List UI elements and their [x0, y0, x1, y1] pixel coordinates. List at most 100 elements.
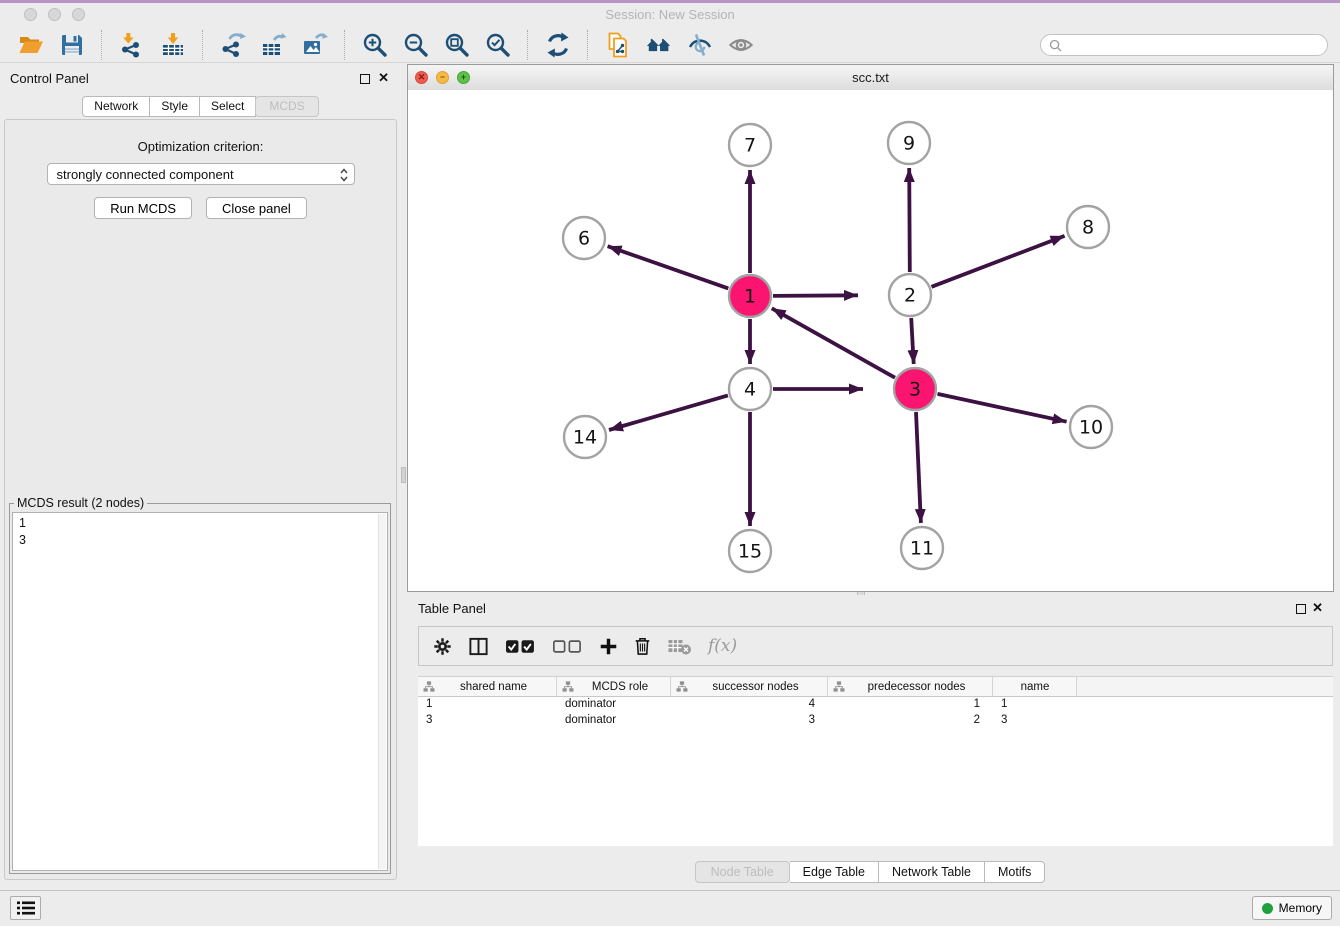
- function-builder-icon: f(x): [708, 636, 737, 656]
- table-tab-edge-table[interactable]: Edge Table: [790, 861, 879, 883]
- graph-node-7[interactable]: 7: [729, 124, 771, 166]
- application-window: Session: New Session Control Panel ✕ Net…: [0, 0, 1340, 926]
- search-input[interactable]: [1062, 38, 1327, 52]
- tab-select[interactable]: Select: [200, 96, 256, 117]
- zoom-in-button[interactable]: [356, 30, 393, 61]
- graph-node-11[interactable]: 11: [901, 527, 943, 569]
- table-tabs: Node TableEdge TableNetwork TableMotifs: [407, 861, 1334, 883]
- zoom-fit-icon: [444, 32, 470, 58]
- open-session-button[interactable]: [12, 30, 49, 61]
- import-network-button[interactable]: [113, 30, 150, 61]
- graph-node-6[interactable]: 6: [563, 217, 605, 259]
- network-view-window: ✕ − + scc.txt 7 9 6 8 1 2 4 3 14 10 15 11: [407, 64, 1334, 592]
- run-mcds-button[interactable]: Run MCDS: [94, 197, 192, 219]
- control-panel: Control Panel ✕ NetworkStyleSelectMCDS O…: [0, 63, 401, 891]
- table-panel-close-button[interactable]: ✕: [1312, 599, 1323, 617]
- tab-mcds[interactable]: MCDS: [255, 96, 318, 117]
- task-history-button[interactable]: [10, 896, 41, 920]
- column-header-label: predecessor nodes: [845, 681, 992, 693]
- graph-node-10[interactable]: 10: [1070, 406, 1112, 448]
- graph-node-3[interactable]: 3: [894, 368, 936, 410]
- export-table-button[interactable]: [255, 30, 292, 61]
- export-network-icon: [220, 32, 246, 58]
- graph-node-9[interactable]: 9: [888, 122, 930, 164]
- edge-3-1[interactable]: [772, 308, 895, 377]
- table-tab-motifs[interactable]: Motifs: [985, 861, 1045, 883]
- main-toolbar: [0, 28, 1340, 63]
- graph-node-15[interactable]: 15: [729, 530, 771, 572]
- table-tab-node-table[interactable]: Node Table: [695, 861, 790, 883]
- import-table-button[interactable]: [154, 30, 191, 61]
- close-panel-button[interactable]: Close panel: [206, 197, 307, 219]
- network-from-selection-button[interactable]: [599, 30, 636, 61]
- graph-node-8[interactable]: 8: [1067, 206, 1109, 248]
- add-column-button[interactable]: [599, 637, 618, 656]
- cell: 3: [993, 713, 1077, 729]
- tab-style[interactable]: Style: [150, 96, 200, 117]
- delete-columns-button[interactable]: [634, 636, 651, 656]
- table-row[interactable]: 1dominator411: [418, 697, 1333, 713]
- select-all-button[interactable]: [505, 638, 536, 655]
- edge-2-8[interactable]: [932, 236, 1065, 287]
- mcds-buttons-row: Run MCDS Close panel: [5, 197, 396, 219]
- export-image-button[interactable]: [296, 30, 333, 61]
- column-header-shared-name[interactable]: shared name: [418, 677, 557, 696]
- network-window-titlebar: ✕ − + scc.txt: [408, 65, 1333, 91]
- optimization-criterion-label: Optimization criterion:: [5, 139, 396, 154]
- column-header-successor-nodes[interactable]: successor nodes: [671, 677, 828, 696]
- tab-network[interactable]: Network: [82, 96, 150, 117]
- zoom-selected-button[interactable]: [479, 30, 516, 61]
- zoom-out-button[interactable]: [397, 30, 434, 61]
- memory-button[interactable]: Memory: [1252, 896, 1332, 920]
- result-scrollbar[interactable]: [378, 514, 386, 869]
- table-row[interactable]: 3dominator323: [418, 713, 1333, 729]
- edge-2-3[interactable]: [911, 318, 914, 364]
- column-header-mcds-role[interactable]: MCDS role: [557, 677, 671, 696]
- cell: dominator: [557, 697, 671, 713]
- column-header-label: successor nodes: [688, 681, 827, 693]
- node-label: 4: [744, 379, 756, 401]
- cell: 3: [671, 713, 828, 729]
- criterion-select[interactable]: strongly connected component: [47, 163, 355, 185]
- add-column-icon: [599, 637, 618, 656]
- edge-1-2[interactable]: [773, 295, 858, 296]
- deselect-all-button[interactable]: [552, 638, 583, 655]
- graph-node-2[interactable]: 2: [889, 274, 931, 316]
- edge-4-14[interactable]: [609, 395, 728, 430]
- network-canvas[interactable]: 7 9 6 8 1 2 4 3 14 10 15 11: [408, 90, 1333, 591]
- toolbar-separator: [202, 30, 203, 60]
- edge-2-9[interactable]: [909, 168, 910, 272]
- edge-1-6[interactable]: [608, 246, 729, 288]
- edge-3-11[interactable]: [916, 412, 921, 523]
- toolbar-separator: [101, 30, 102, 60]
- cell: 1: [418, 697, 557, 713]
- show-graphics-details-button[interactable]: [681, 30, 718, 61]
- refresh-button[interactable]: [539, 30, 576, 61]
- export-network-button[interactable]: [214, 30, 251, 61]
- mcds-result-textarea[interactable]: 13: [12, 512, 388, 871]
- column-header-name[interactable]: name: [993, 677, 1077, 696]
- settings-button[interactable]: [433, 637, 452, 656]
- column-header-predecessor-nodes[interactable]: predecessor nodes: [828, 677, 993, 696]
- vertical-splitter-handle[interactable]: [401, 467, 406, 483]
- result-line: 1: [19, 515, 387, 532]
- node-table: shared name MCDS role successor nodes prede…: [418, 676, 1333, 846]
- tree-icon: [676, 681, 688, 692]
- column-header-label: MCDS role: [574, 681, 670, 693]
- table-panel-float-button[interactable]: [1296, 604, 1306, 614]
- delete-columns-icon: [634, 636, 651, 656]
- graph-node-1[interactable]: 1: [729, 275, 771, 317]
- control-panel-close-button[interactable]: ✕: [378, 69, 389, 87]
- split-columns-button[interactable]: [468, 636, 489, 657]
- node-label: 10: [1079, 417, 1103, 439]
- zoom-fit-button[interactable]: [438, 30, 475, 61]
- column-header-label: shared name: [435, 681, 556, 693]
- home-button[interactable]: [640, 30, 677, 61]
- graph-node-14[interactable]: 14: [564, 416, 606, 458]
- search-box[interactable]: [1040, 34, 1328, 56]
- graph-node-4[interactable]: 4: [729, 368, 771, 410]
- table-tab-network-table[interactable]: Network Table: [879, 861, 985, 883]
- control-panel-float-button[interactable]: [360, 74, 370, 84]
- save-session-button[interactable]: [53, 30, 90, 61]
- edge-3-10[interactable]: [938, 394, 1067, 422]
